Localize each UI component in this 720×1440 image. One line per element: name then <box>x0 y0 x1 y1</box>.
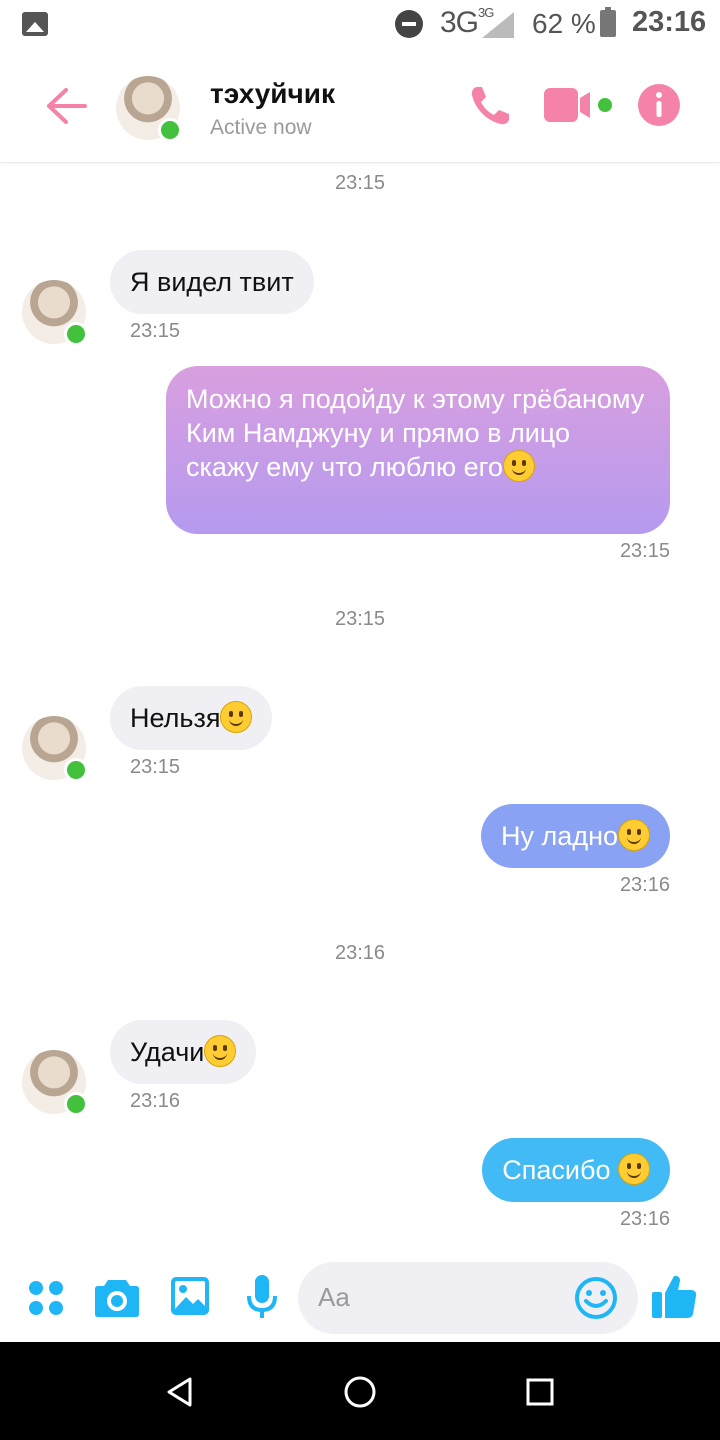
like-thumbs-up-icon[interactable] <box>650 1272 698 1320</box>
presence-status: Active now <box>210 116 312 139</box>
avatar[interactable] <box>116 76 182 142</box>
outgoing-message[interactable]: Можно я подойду к этому грёбаному Ким На… <box>166 366 670 534</box>
camera-icon[interactable] <box>94 1276 140 1318</box>
message-time: 23:15 <box>130 756 181 778</box>
smile-emoji-icon <box>204 1035 237 1067</box>
outgoing-message[interactable]: Спасибо <box>482 1138 670 1202</box>
incoming-message[interactable]: Удачи <box>110 1020 257 1084</box>
smile-emoji-icon <box>502 450 535 482</box>
sender-avatar <box>22 280 88 346</box>
message-time: 23:15 <box>130 320 181 342</box>
outgoing-message[interactable]: Ну ладно <box>481 804 670 868</box>
incoming-message[interactable]: Я видел твит <box>110 250 314 314</box>
emoji-picker-icon[interactable] <box>574 1276 618 1320</box>
smile-emoji-icon <box>220 701 253 733</box>
gallery-icon[interactable] <box>170 1276 210 1316</box>
nav-home-icon[interactable] <box>342 1374 378 1410</box>
info-icon[interactable] <box>638 84 680 126</box>
message-text: Я видел твит <box>130 267 294 297</box>
message-input[interactable]: Aa <box>298 1262 638 1334</box>
message-text: Спасибо <box>502 1155 618 1185</box>
incoming-message[interactable]: Нельзя <box>110 686 273 750</box>
battery-percent: 62 % <box>532 8 596 39</box>
back-arrow-icon[interactable] <box>44 86 88 126</box>
signal-icon <box>482 12 514 38</box>
online-indicator <box>64 1092 88 1116</box>
timestamp-divider: 23:15 <box>334 172 386 194</box>
microphone-icon[interactable] <box>246 1274 278 1320</box>
nav-back-icon[interactable] <box>164 1376 196 1408</box>
video-call-icon[interactable] <box>544 84 616 126</box>
message-time: 23:16 <box>130 1090 181 1112</box>
timestamp-divider: 23:16 <box>334 942 386 964</box>
gallery-notification-icon <box>22 12 48 36</box>
message-input-placeholder: Aa <box>318 1282 350 1312</box>
phone-icon[interactable] <box>466 82 514 130</box>
chat-header: тэхуйчик Active now <box>0 50 720 163</box>
message-time: 23:15 <box>619 540 670 562</box>
message-time: 23:16 <box>619 1208 670 1230</box>
online-indicator <box>64 322 88 346</box>
status-bar: 3G3G 62 % 23:16 <box>0 0 720 50</box>
sender-avatar <box>22 716 88 782</box>
smile-emoji-icon <box>618 819 650 851</box>
more-apps-icon[interactable] <box>26 1278 66 1318</box>
clock: 23:16 <box>632 6 707 38</box>
smile-emoji-icon <box>618 1153 650 1185</box>
nav-recents-icon[interactable] <box>524 1376 556 1408</box>
sender-avatar <box>22 1050 88 1116</box>
timestamp-divider: 23:15 <box>334 608 386 630</box>
online-indicator <box>64 758 88 782</box>
online-indicator <box>158 118 182 142</box>
message-time: 23:16 <box>619 874 670 896</box>
message-text: Можно я подойду к этому грёбаному Ким На… <box>186 384 645 482</box>
contact-name[interactable]: тэхуйчик <box>210 78 335 110</box>
do-not-disturb-icon <box>395 10 423 38</box>
message-text: Ну ладно <box>501 821 618 851</box>
message-text: Удачи <box>130 1037 205 1067</box>
composer-bar: Aa <box>0 1258 720 1342</box>
message-text: Нельзя <box>130 703 221 733</box>
system-navigation-bar <box>0 1342 720 1440</box>
battery-icon <box>600 7 616 37</box>
